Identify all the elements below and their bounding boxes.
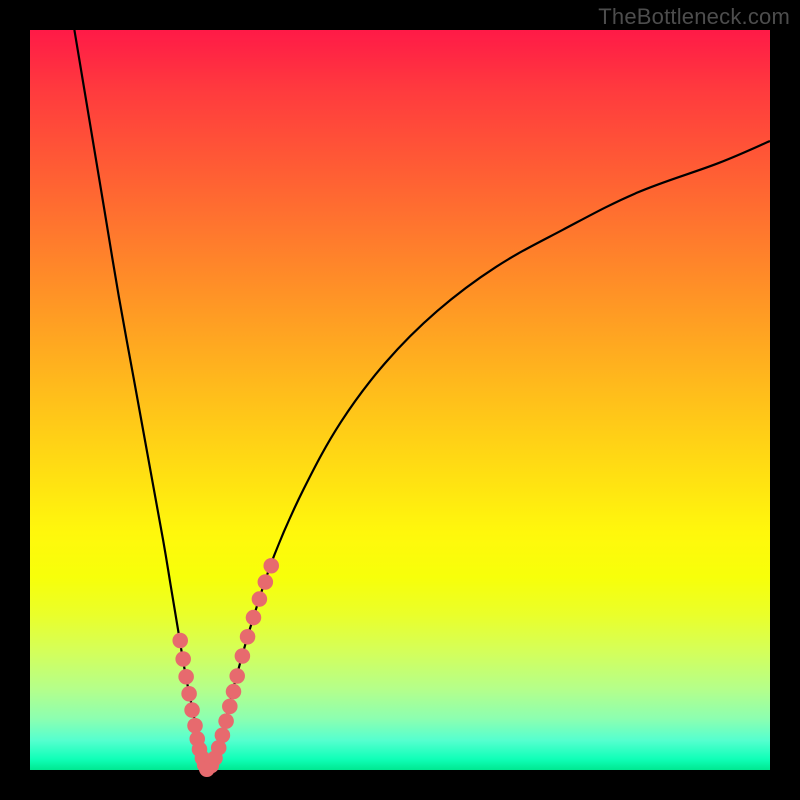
data-marker [175, 651, 191, 667]
outer-frame: TheBottleneck.com [0, 0, 800, 800]
curve-right [208, 141, 770, 770]
data-marker [263, 558, 279, 574]
data-marker [172, 633, 188, 649]
data-marker [229, 668, 245, 684]
data-marker [178, 669, 194, 685]
data-marker [240, 629, 256, 645]
data-marker [215, 727, 231, 743]
data-marker [187, 718, 203, 734]
data-marker [235, 648, 251, 664]
data-marker [218, 713, 234, 729]
data-marker [258, 574, 274, 590]
data-marker [222, 699, 238, 715]
data-marker [252, 591, 268, 607]
data-marker [184, 702, 200, 718]
data-marker [181, 686, 197, 702]
data-marker [226, 684, 242, 700]
chart-svg [30, 30, 770, 770]
watermark-text: TheBottleneck.com [598, 4, 790, 30]
marker-layer [172, 558, 279, 777]
data-marker [246, 610, 262, 626]
